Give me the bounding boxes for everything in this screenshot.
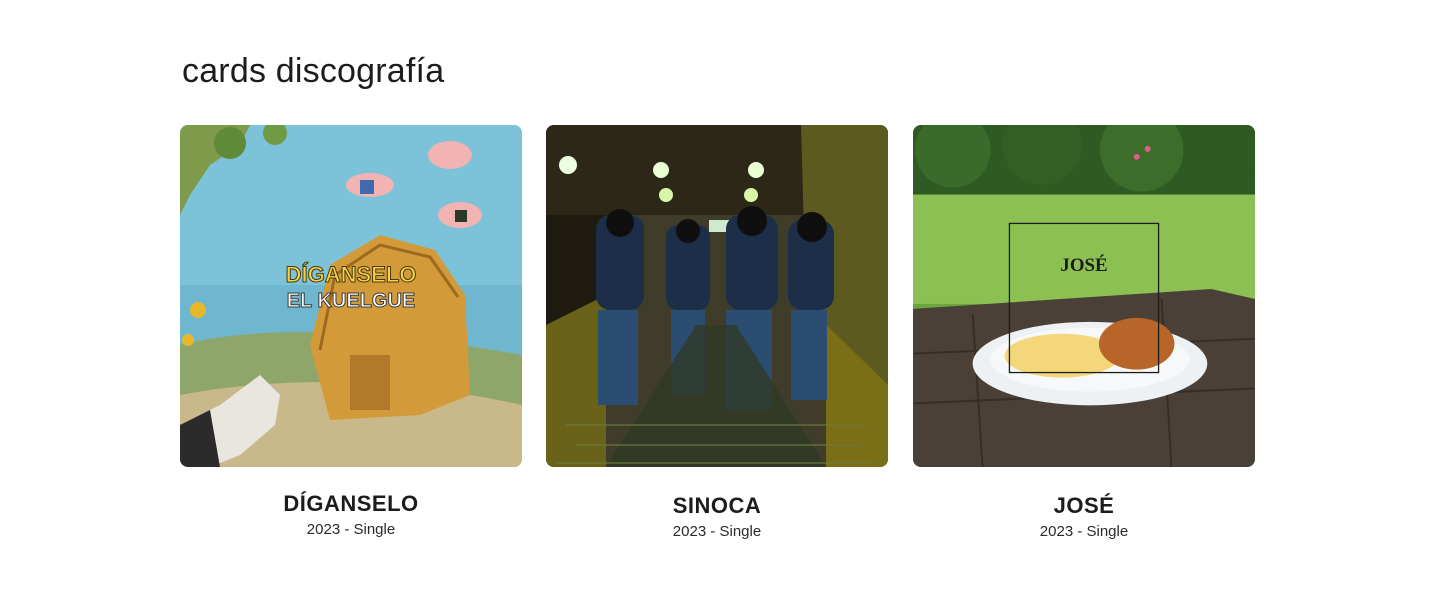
food-photo-cover-art: JOSÉ [913, 125, 1255, 467]
album-meta: 2023 - Single [306, 521, 396, 538]
album-meta: 2023 - Single [672, 523, 762, 540]
album-cover-sinoca[interactable] [546, 125, 888, 467]
album-card-sinoca[interactable]: SINOCA 2023 - Single [546, 125, 888, 540]
cover-title-text: JOSÉ [1060, 254, 1107, 276]
cover-subtitle-text: EL KUELGUE [287, 290, 416, 312]
album-cover-jose[interactable]: JOSÉ [913, 125, 1255, 467]
album-title: SINOCA [672, 493, 762, 518]
cartoon-cover-art: DÍGANSELO EL KUELGUE [180, 125, 522, 467]
page-title: cards discografía [182, 52, 445, 90]
album-title: JOSÉ [1053, 493, 1115, 518]
album-card-jose[interactable]: JOSÉ JOSÉ 2023 - Single [913, 125, 1255, 540]
album-card-diganselo[interactable]: DÍGANSELO EL KUELGUE DÍGANSELO 2023 - Si… [180, 125, 522, 538]
cover-title-text: DÍGANSELO [286, 262, 417, 287]
album-cover-diganselo[interactable]: DÍGANSELO EL KUELGUE [180, 125, 522, 467]
album-meta: 2023 - Single [1039, 523, 1129, 540]
band-photo-cover-art [546, 125, 888, 467]
album-title: DÍGANSELO [283, 491, 419, 516]
